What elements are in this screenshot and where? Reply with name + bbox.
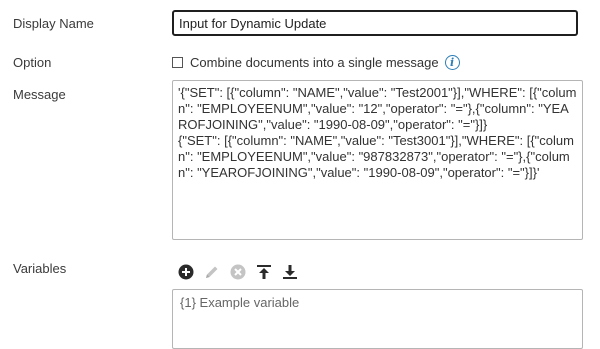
list-item[interactable]: {1} Example variable [180,295,575,310]
variables-label: Variables [13,261,67,276]
variables-list[interactable]: {1} Example variable [172,289,583,349]
display-name-input[interactable] [172,10,578,36]
add-icon[interactable] [176,262,196,282]
variables-toolbar [176,262,300,282]
remove-icon[interactable] [228,262,248,282]
edit-icon[interactable] [202,262,222,282]
combine-documents-checkbox[interactable] [172,57,183,68]
combine-documents-label[interactable]: Combine documents into a single message [190,55,439,70]
option-label: Option [13,55,52,70]
move-bottom-icon[interactable] [280,262,300,282]
display-name-label: Display Name [13,16,94,31]
combine-documents-option: Combine documents into a single message … [172,53,460,71]
message-label: Message [13,87,66,102]
message-textarea[interactable]: '{"SET": [{"column": "NAME","value": "Te… [172,80,583,240]
info-icon[interactable]: i [444,54,460,70]
move-top-icon[interactable] [254,262,274,282]
